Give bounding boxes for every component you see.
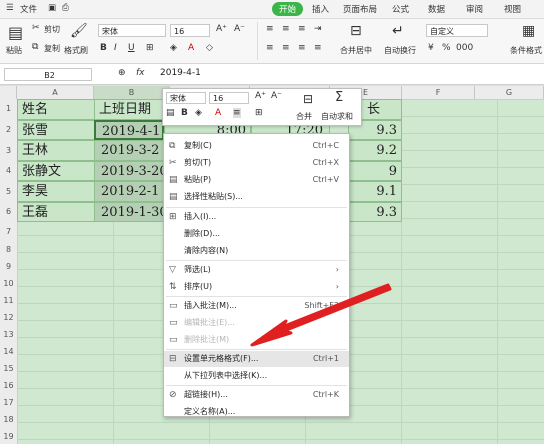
annotation-arrow <box>250 283 392 347</box>
arrow-shape-icon <box>250 283 392 347</box>
